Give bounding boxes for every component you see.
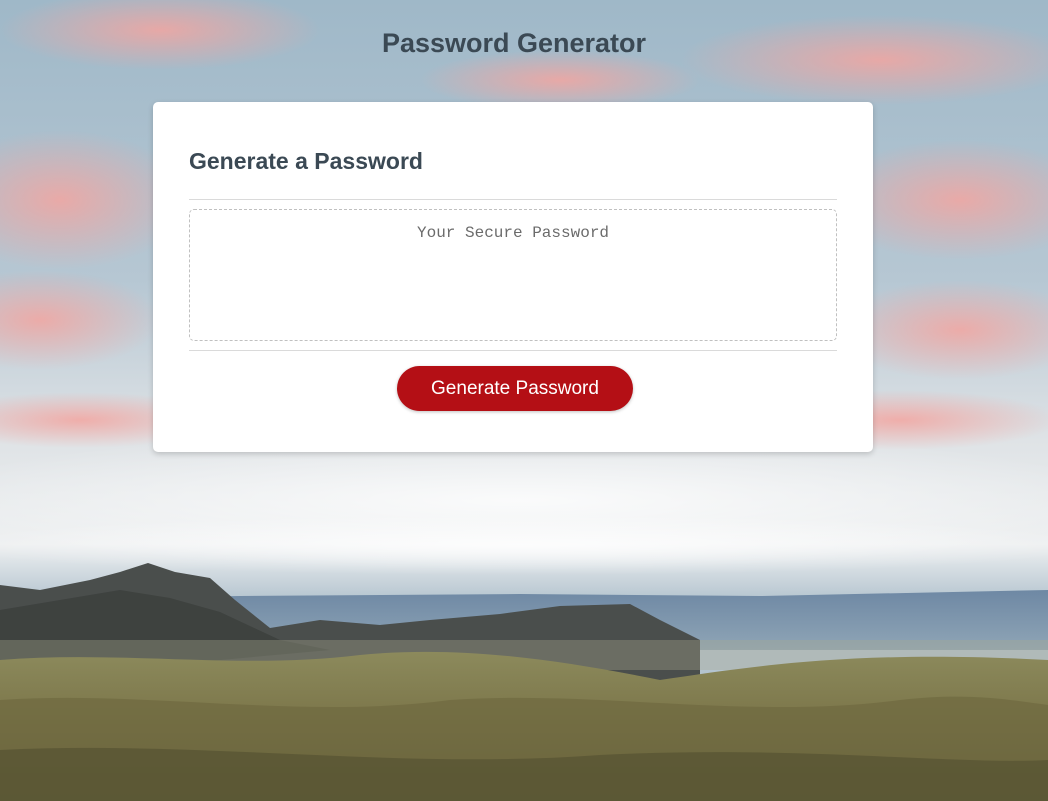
header-divider [189,199,837,200]
footer-divider [189,350,837,351]
password-card: Generate a Password Generate Password [153,102,873,452]
password-output[interactable] [189,209,837,341]
card-header: Generate a Password [189,148,423,174]
page-title: Password Generator [381,28,647,58]
generate-password-button[interactable]: Generate Password [397,366,633,411]
